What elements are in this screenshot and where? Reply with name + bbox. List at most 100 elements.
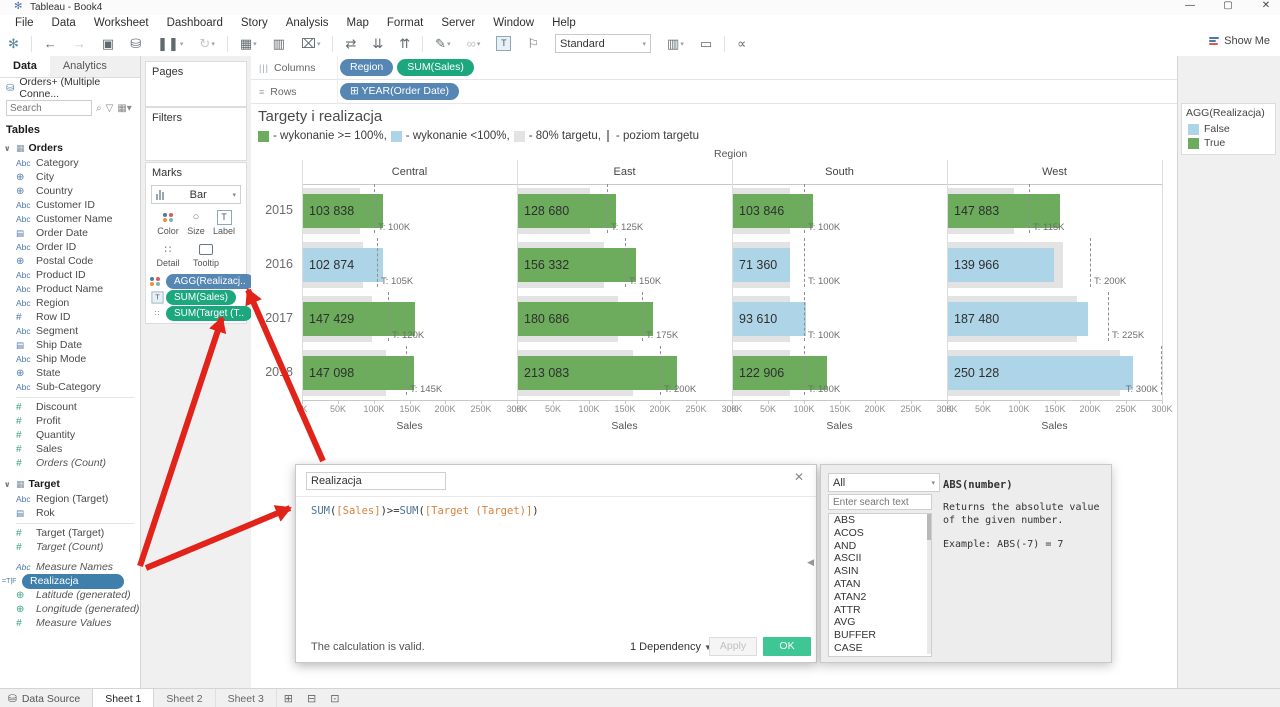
tooltip-button[interactable]: Tooltip	[192, 242, 220, 268]
formula-editor[interactable]: SUM([Sales])>=SUM([Target (Target)])	[311, 505, 539, 517]
field-order-date[interactable]: ▤Order Date	[0, 226, 140, 240]
field-region-target[interactable]: AbcRegion (Target)	[0, 492, 140, 506]
maximize-button[interactable]: ▢	[1220, 0, 1236, 11]
bar-east-2017[interactable]: 180 686	[518, 302, 653, 336]
rows-pill-year-order-date[interactable]: ⊞ YEAR(Order Date)	[340, 83, 459, 100]
label-button[interactable]: TLabel	[210, 210, 238, 236]
marks-pill-sum-target-t[interactable]: SUM(Target (T..	[166, 306, 252, 321]
sheet-tab-sheet-1[interactable]: Sheet 1	[92, 689, 154, 707]
field-state[interactable]: ⊕State	[0, 366, 140, 380]
bar-west-2018[interactable]: 250 128	[948, 356, 1133, 390]
fit-selector[interactable]: Standard▾	[555, 34, 651, 53]
tableau-logo-button[interactable]: ✻	[0, 36, 27, 52]
size-button[interactable]: ○Size	[182, 210, 210, 236]
dependency-dropdown[interactable]: 1 Dependency ▼	[630, 641, 712, 653]
new-worksheet-button[interactable]: ▦▾	[232, 36, 265, 52]
menu-analysis[interactable]: Analysis	[277, 17, 338, 29]
detail-button[interactable]: ∷Detail	[154, 242, 182, 268]
close-icon[interactable]: ✕	[794, 470, 804, 484]
field-product-id[interactable]: AbcProduct ID	[0, 268, 140, 282]
field-product-name[interactable]: AbcProduct Name	[0, 282, 140, 296]
field-rok[interactable]: ▤Rok	[0, 506, 140, 520]
bar-east-2016[interactable]: 156 332	[518, 248, 636, 282]
ok-button[interactable]: OK	[763, 637, 811, 656]
field-customer-id[interactable]: AbcCustomer ID	[0, 198, 140, 212]
save-button[interactable]: ▣	[94, 36, 122, 52]
field-target-count[interactable]: #Target (Count)	[0, 540, 140, 554]
share-button[interactable]: ∝	[729, 36, 754, 52]
search-input[interactable]	[6, 100, 92, 116]
function-item-atan[interactable]: ATAN	[829, 578, 931, 591]
function-category-dropdown[interactable]: All▾	[828, 473, 940, 492]
view-options-icon[interactable]: ▦▾	[117, 103, 131, 114]
field-measure-values[interactable]: #Measure Values	[0, 616, 140, 630]
duplicate-button[interactable]: ▥	[265, 36, 293, 52]
function-item-attr[interactable]: ATTR	[829, 604, 931, 617]
menu-format[interactable]: Format	[378, 17, 432, 29]
table-orders[interactable]: ∨▦Orders	[0, 140, 140, 156]
function-item-buffer[interactable]: BUFFER	[829, 629, 931, 642]
field-region[interactable]: AbcRegion	[0, 296, 140, 310]
function-item-abs[interactable]: ABS	[829, 514, 931, 527]
field-sub-category[interactable]: AbcSub-Category	[0, 380, 140, 394]
legend-item-true[interactable]: True	[1182, 136, 1275, 150]
bar-west-2017[interactable]: 187 480	[948, 302, 1088, 336]
field-longitude-generated[interactable]: ⊕Longitude (generated)	[0, 602, 140, 616]
filters-shelf[interactable]: Filters	[145, 107, 247, 161]
field-ship-mode[interactable]: AbcShip Mode	[0, 352, 140, 366]
field-row-id[interactable]: #Row ID	[0, 310, 140, 324]
field-segment[interactable]: AbcSegment	[0, 324, 140, 338]
function-item-avg[interactable]: AVG	[829, 616, 931, 629]
menu-server[interactable]: Server	[432, 17, 484, 29]
field-orders-count[interactable]: #Orders (Count)	[0, 456, 140, 470]
apply-button[interactable]: Apply	[709, 637, 757, 656]
bar-east-2018[interactable]: 213 083	[518, 356, 677, 390]
color-button[interactable]: Color	[154, 210, 182, 236]
swap-rows-columns-button[interactable]: ⇄	[337, 36, 364, 52]
field-measure-names[interactable]: AbcMeasure Names	[0, 560, 140, 574]
tab-data[interactable]: Data	[0, 56, 50, 77]
undo-button[interactable]: ←	[36, 36, 65, 51]
field-country[interactable]: ⊕Country	[0, 184, 140, 198]
function-item-case[interactable]: CASE	[829, 642, 931, 655]
field-target-target[interactable]: #Target (Target)	[0, 526, 140, 540]
sort-ascending-button[interactable]: ⇊	[364, 36, 391, 52]
highlight-button[interactable]: ✎▾	[427, 36, 458, 52]
pages-shelf[interactable]: Pages	[145, 61, 247, 107]
bar-west-2016[interactable]: 139 966	[948, 248, 1054, 282]
menu-data[interactable]: Data	[43, 17, 85, 29]
field-quantity[interactable]: #Quantity	[0, 428, 140, 442]
function-item-asin[interactable]: ASIN	[829, 565, 931, 578]
bar-east-2015[interactable]: 128 680	[518, 194, 616, 228]
menu-dashboard[interactable]: Dashboard	[158, 17, 232, 29]
menu-story[interactable]: Story	[232, 17, 277, 29]
data-source-tab[interactable]: ⛁ Data Source	[0, 689, 92, 707]
function-list[interactable]: ABSACOSANDASCIIASINATANATAN2ATTRAVGBUFFE…	[828, 513, 932, 657]
new-data-source-button[interactable]: ⛁	[122, 36, 149, 52]
field-ship-date[interactable]: ▤Ship Date	[0, 338, 140, 352]
function-item-acos[interactable]: ACOS	[829, 527, 931, 540]
table-target[interactable]: ∨▦Target	[0, 476, 140, 492]
columns-pill-sum-sales[interactable]: SUM(Sales)	[397, 59, 474, 76]
bar-central-2018[interactable]: 147 098	[303, 356, 414, 390]
columns-shelf[interactable]: ||| Columns RegionSUM(Sales)	[251, 56, 1177, 80]
function-item-and[interactable]: AND	[829, 540, 931, 553]
field-realizacja-selected[interactable]: =T|FRealizacja	[0, 574, 140, 588]
columns-pill-region[interactable]: Region	[340, 59, 393, 76]
fix-axes-button[interactable]: ⚐	[519, 36, 547, 52]
mark-type-dropdown[interactable]: Bar ▾	[151, 185, 241, 204]
data-source-connection[interactable]: ⛁ Orders+ (Multiple Conne...	[0, 78, 140, 98]
fit-button[interactable]: ▥▾	[659, 36, 692, 52]
presentation-mode-button[interactable]: ▭	[692, 36, 720, 52]
function-item-atan2[interactable]: ATAN2	[829, 591, 931, 604]
field-sales[interactable]: #Sales	[0, 442, 140, 456]
legend-item-false[interactable]: False	[1182, 122, 1275, 136]
function-search-input[interactable]	[828, 494, 932, 510]
close-button[interactable]: ✕	[1258, 0, 1274, 11]
show-me-button[interactable]: Show Me	[1209, 35, 1270, 47]
field-postal-code[interactable]: ⊕Postal Code	[0, 254, 140, 268]
bar-central-2016[interactable]: 102 874	[303, 248, 383, 282]
scrollbar[interactable]	[927, 514, 931, 654]
new-story-button[interactable]: ⊡	[323, 689, 346, 707]
tab-analytics[interactable]: Analytics	[50, 56, 120, 77]
